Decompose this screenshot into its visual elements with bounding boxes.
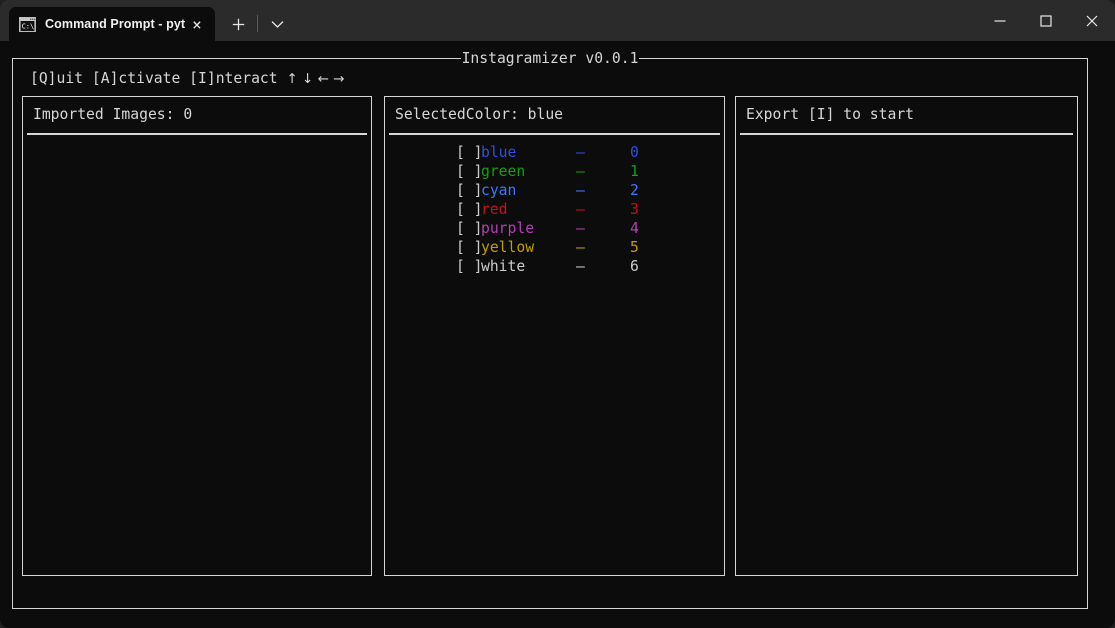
color-checkbox-purple[interactable]: [ ] <box>456 219 483 238</box>
minimize-button[interactable] <box>977 0 1023 41</box>
panel-container: Imported Images: 0 SelectedColor: blue [… <box>22 96 1078 576</box>
color-option-green[interactable]: [ ] green – 1 <box>385 162 724 181</box>
color-name-yellow: yellow <box>481 239 535 256</box>
window-controls <box>977 0 1115 41</box>
imported-images-label: Imported Images: 0 <box>33 106 193 123</box>
menubar-commands[interactable]: [Q]uit [A]ctivate [I]nteract <box>30 70 286 87</box>
color-option-cyan[interactable]: [ ] cyan – 2 <box>385 181 724 200</box>
terminal-window: C:\ Command Prompt - python ( × <box>0 0 1115 628</box>
color-index-green: 1 <box>630 163 639 180</box>
color-checkbox-red[interactable]: [ ] <box>456 200 483 219</box>
color-dash-blue: – <box>576 144 585 161</box>
color-index-red: 3 <box>630 201 639 218</box>
tab-title: Command Prompt - python ( <box>45 17 185 31</box>
svg-text:C:\: C:\ <box>22 22 35 30</box>
export-label: Export [I] to start <box>746 106 915 123</box>
color-option-blue[interactable]: [ ] blue – 0 <box>385 143 724 162</box>
color-name-white: white <box>481 258 526 275</box>
close-button[interactable] <box>1069 0 1115 41</box>
color-name-cyan: cyan <box>481 182 517 199</box>
color-option-white[interactable]: [ ] white – 6 <box>385 257 724 276</box>
color-checkbox-cyan[interactable]: [ ] <box>456 181 483 200</box>
color-option-yellow[interactable]: [ ] yellow – 5 <box>385 238 724 257</box>
app-menubar: [Q]uit [A]ctivate [I]nteract ↑ ↓ ← → <box>30 69 345 89</box>
color-option-red[interactable]: [ ] red – 3 <box>385 200 724 219</box>
panel-selected-color-body: [ ] blue –0[ ] green –1[ ] cyan –2[ ] red –3[ ] p… <box>385 135 724 575</box>
color-option-list: [ ] blue –0[ ] green –1[ ] cyan –2[ ] red –3[ ] p… <box>385 143 724 276</box>
title-bar: C:\ Command Prompt - python ( × <box>0 0 1115 41</box>
color-option-purple[interactable]: [ ] purple – 4 <box>385 219 724 238</box>
color-index-blue: 0 <box>630 144 639 161</box>
color-dash-green: – <box>576 163 585 180</box>
panel-selected-color-header: SelectedColor: blue <box>385 97 724 133</box>
close-icon <box>1086 15 1098 26</box>
menubar-arrow-keys: ↑ ↓ ← → <box>286 71 345 87</box>
color-dash-yellow: – <box>576 239 585 256</box>
minimize-icon <box>994 19 1006 22</box>
tab-dropdown-button[interactable] <box>260 7 294 41</box>
color-name-green: green <box>481 163 526 180</box>
selected-color-label: SelectedColor: blue <box>395 106 564 123</box>
new-tab-button[interactable] <box>221 7 255 41</box>
tab-divider <box>257 15 258 32</box>
panel-imported-images-header: Imported Images: 0 <box>23 97 371 133</box>
panel-imported-images[interactable]: Imported Images: 0 <box>22 96 372 576</box>
tab-command-prompt[interactable]: C:\ Command Prompt - python ( × <box>9 7 215 41</box>
tab-strip: C:\ Command Prompt - python ( × <box>0 0 977 41</box>
panel-export[interactable]: Export [I] to start <box>735 96 1078 576</box>
color-checkbox-white[interactable]: [ ] <box>456 257 483 276</box>
chevron-down-icon <box>271 20 283 28</box>
color-index-white: 6 <box>630 258 639 275</box>
color-name-red: red <box>481 201 508 218</box>
tab-close-icon[interactable]: × <box>185 12 209 36</box>
color-index-cyan: 2 <box>630 182 639 199</box>
color-checkbox-green[interactable]: [ ] <box>456 162 483 181</box>
color-checkbox-yellow[interactable]: [ ] <box>456 238 483 257</box>
panel-selected-color[interactable]: SelectedColor: blue [ ] blue –0[ ] green –1[… <box>384 96 725 576</box>
color-index-purple: 4 <box>630 220 639 237</box>
panel-imported-images-body[interactable] <box>23 135 371 575</box>
plus-icon <box>232 18 244 30</box>
color-checkbox-blue[interactable]: [ ] <box>456 143 483 162</box>
maximize-icon <box>1040 14 1052 27</box>
maximize-button[interactable] <box>1023 0 1069 41</box>
terminal-content[interactable]: Instagramizer v0.0.1 [Q]uit [A]ctivate [… <box>0 41 1115 628</box>
color-index-yellow: 5 <box>630 239 639 256</box>
color-dash-white: – <box>576 258 585 275</box>
color-name-purple: purple <box>481 220 535 237</box>
color-dash-purple: – <box>576 220 585 237</box>
color-name-blue: blue <box>481 144 517 161</box>
color-dash-cyan: – <box>576 182 585 199</box>
panel-export-body[interactable] <box>736 135 1077 575</box>
panel-export-header: Export [I] to start <box>736 97 1077 133</box>
cmd-prompt-icon: C:\ <box>19 16 36 32</box>
color-dash-red: – <box>576 201 585 218</box>
